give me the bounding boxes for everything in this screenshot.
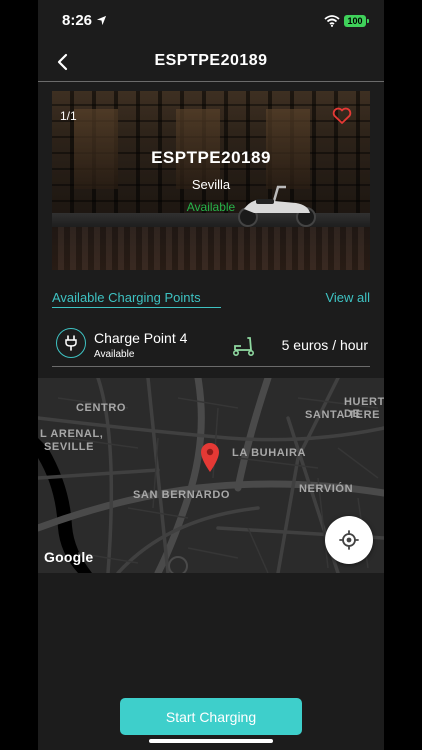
start-charging-button[interactable]: Start Charging [120, 698, 302, 735]
charge-point-name: Charge Point 4 [94, 330, 188, 346]
image-counter: 1/1 [60, 109, 77, 123]
station-name: ESPTPE20189 [151, 148, 271, 167]
map-label-seville: SEVILLE [44, 441, 95, 453]
map-label-la-buhaira: LA BUHAIRA [232, 447, 307, 459]
station-image-card[interactable]: 1/1 ESPTPE20189 Sevilla Available [52, 91, 370, 270]
charge-point-status: Available [94, 349, 135, 360]
plug-icon [56, 328, 86, 358]
charge-point-price: 5 euros / hour [281, 337, 368, 353]
crosshair-icon [339, 530, 359, 550]
scooter-icon [233, 337, 254, 356]
nav-bar: ESPTPE20189 [38, 44, 384, 82]
heart-icon [332, 107, 352, 124]
view-all-link[interactable]: View all [325, 290, 370, 305]
my-location-button[interactable] [325, 516, 373, 564]
map-pin-icon[interactable] [199, 441, 221, 473]
map-label-centro: CENTRO [76, 402, 127, 414]
google-logo: Google [44, 549, 94, 565]
map-label-santa-tere: SANTA TERE [305, 409, 381, 421]
app-screen: 8:26 100 ESPTPE20189 1/1 ESPTPE20189 Sev… [38, 0, 384, 750]
favorite-button[interactable] [332, 107, 354, 127]
page-title: ESPTPE20189 [154, 52, 268, 69]
station-city: Sevilla [191, 177, 231, 192]
home-indicator [149, 739, 273, 743]
map-label-san-bernardo: SAN BERNARDO [133, 489, 231, 501]
charge-point-item[interactable]: Charge Point 4 Available 5 euros / hour [52, 324, 370, 367]
battery-icon: 100 [344, 15, 369, 27]
wifi-icon [324, 14, 340, 32]
location-arrow-icon [96, 13, 107, 31]
location-map[interactable]: CENTRO HUERTA DE SANTA TERE L ARENAL, SE… [38, 378, 384, 573]
status-bar: 8:26 100 [38, 0, 384, 44]
map-label-nervion: NERVIÓN [299, 483, 354, 495]
map-label-arenal: L ARENAL, [40, 428, 104, 440]
available-charging-points-tab[interactable]: Available Charging Points [52, 290, 221, 308]
status-time: 8:26 [62, 12, 93, 29]
station-status: Available [186, 200, 236, 214]
